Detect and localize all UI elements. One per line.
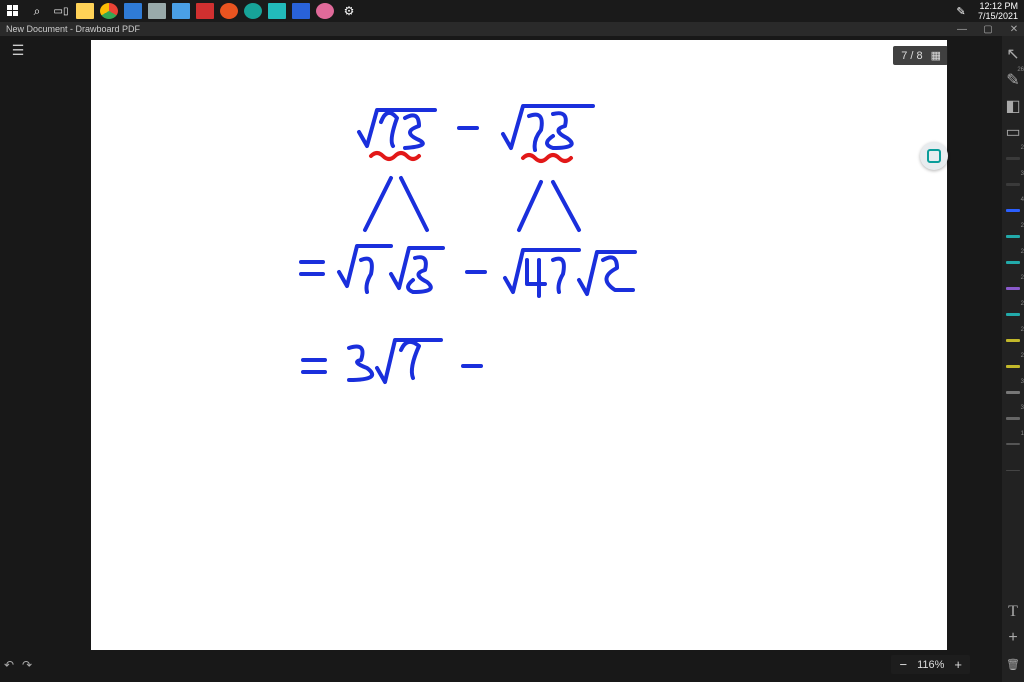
task-view-icon[interactable]: ▭▯ — [52, 2, 70, 20]
zoom-in-button[interactable]: + — [954, 657, 962, 672]
adobe-icon[interactable] — [196, 3, 214, 19]
trash-tool[interactable]: 🗑 — [1005, 656, 1021, 672]
hamburger-menu[interactable]: ☰ — [12, 42, 25, 59]
taskbar-left-group: ⌕ ▭▯ ⚙ — [4, 2, 358, 20]
pen-grey-2[interactable]: 3 — [1005, 410, 1021, 426]
page-indicator[interactable]: 7 / 8 ▦ — [893, 46, 948, 65]
close-button[interactable]: ✕ — [1008, 24, 1020, 35]
stylus-icon[interactable]: ✎ — [952, 2, 970, 20]
undo-button[interactable]: ↶ — [4, 658, 14, 672]
left-panel: ☰ ↶ ↷ — [0, 36, 36, 682]
canvas-area: 7 / 8 ▦ − 116% + — [36, 36, 1002, 682]
pen-teal-1[interactable]: 2 — [1005, 228, 1021, 244]
pen-yellow-2[interactable]: 2 — [1005, 358, 1021, 374]
redo-button[interactable]: ↷ — [22, 658, 32, 672]
minimize-button[interactable]: — — [956, 24, 968, 35]
file-explorer-icon[interactable] — [76, 3, 94, 19]
outlook-icon[interactable] — [124, 3, 142, 19]
maximize-button[interactable]: ▢ — [982, 24, 994, 35]
eraser-tool[interactable]: ◧ — [1005, 98, 1021, 114]
floating-badge[interactable] — [920, 142, 948, 170]
ubuntu-icon[interactable] — [220, 3, 238, 19]
line-tool[interactable] — [1005, 462, 1021, 478]
pen-teal-2[interactable]: 2 — [1005, 254, 1021, 270]
zoom-level-label: 116% — [917, 659, 944, 671]
taskbar-right-group: ✎ 12:12 PM 7/15/2021 — [952, 0, 1018, 22]
text-tool[interactable]: T — [1005, 604, 1021, 620]
shape-tool[interactable]: ▭ — [1005, 124, 1021, 140]
pen-dark-1[interactable]: 2 — [1005, 150, 1021, 166]
pen-purple[interactable]: 2 — [1005, 280, 1021, 296]
pen-grey-1[interactable]: 3 — [1005, 384, 1021, 400]
pen-blue[interactable]: 4 — [1005, 202, 1021, 218]
zoom-control: − 116% + — [891, 655, 970, 674]
system-date: 7/15/2021 — [978, 11, 1018, 21]
thumbnails-icon[interactable]: ▦ — [931, 49, 940, 62]
app-body: ☰ ↶ ↷ — [0, 36, 1024, 682]
app-grey-icon[interactable] — [148, 3, 166, 19]
right-toolbar: ↖ ✎26 ◧ ▭ 2 3 4 2 2 2 2 2 2 3 3 1 T + 🗑 — [1002, 36, 1024, 682]
pen-dark-2[interactable]: 3 — [1005, 176, 1021, 192]
page-count-label: 7 / 8 — [901, 50, 922, 62]
pen-count-tool[interactable]: ✎26 — [1005, 72, 1021, 88]
app-teal-icon[interactable] — [268, 3, 286, 19]
window-titlebar: New Document - Drawboard PDF — ▢ ✕ — [0, 22, 1024, 36]
chrome-icon[interactable] — [100, 3, 118, 19]
badge-inner-icon — [927, 149, 941, 163]
app-blue-icon[interactable] — [172, 3, 190, 19]
drawboard-icon[interactable] — [244, 3, 262, 19]
add-tool-button[interactable]: + — [1005, 630, 1021, 646]
mail-icon[interactable] — [292, 3, 310, 19]
paint-icon[interactable] — [316, 3, 334, 19]
system-clock[interactable]: 12:12 PM 7/15/2021 — [978, 1, 1018, 21]
handwriting-ink — [241, 60, 741, 420]
search-icon[interactable]: ⌕ — [28, 2, 46, 20]
zoom-out-button[interactable]: − — [899, 657, 907, 672]
system-time: 12:12 PM — [978, 1, 1018, 11]
window-title: New Document - Drawboard PDF — [6, 24, 140, 34]
document-page[interactable] — [91, 40, 947, 650]
windows-taskbar: ⌕ ▭▯ ⚙ ✎ 12:12 PM 7/15/2021 — [0, 0, 1024, 22]
settings-taskbar-icon[interactable]: ⚙ — [340, 2, 358, 20]
pen-yellow-1[interactable]: 2 — [1005, 332, 1021, 348]
pen-teal-3[interactable]: 2 — [1005, 306, 1021, 322]
cursor-tool[interactable]: ↖ — [1005, 46, 1021, 62]
start-button[interactable] — [4, 2, 22, 20]
pen-small[interactable]: 1 — [1005, 436, 1021, 452]
